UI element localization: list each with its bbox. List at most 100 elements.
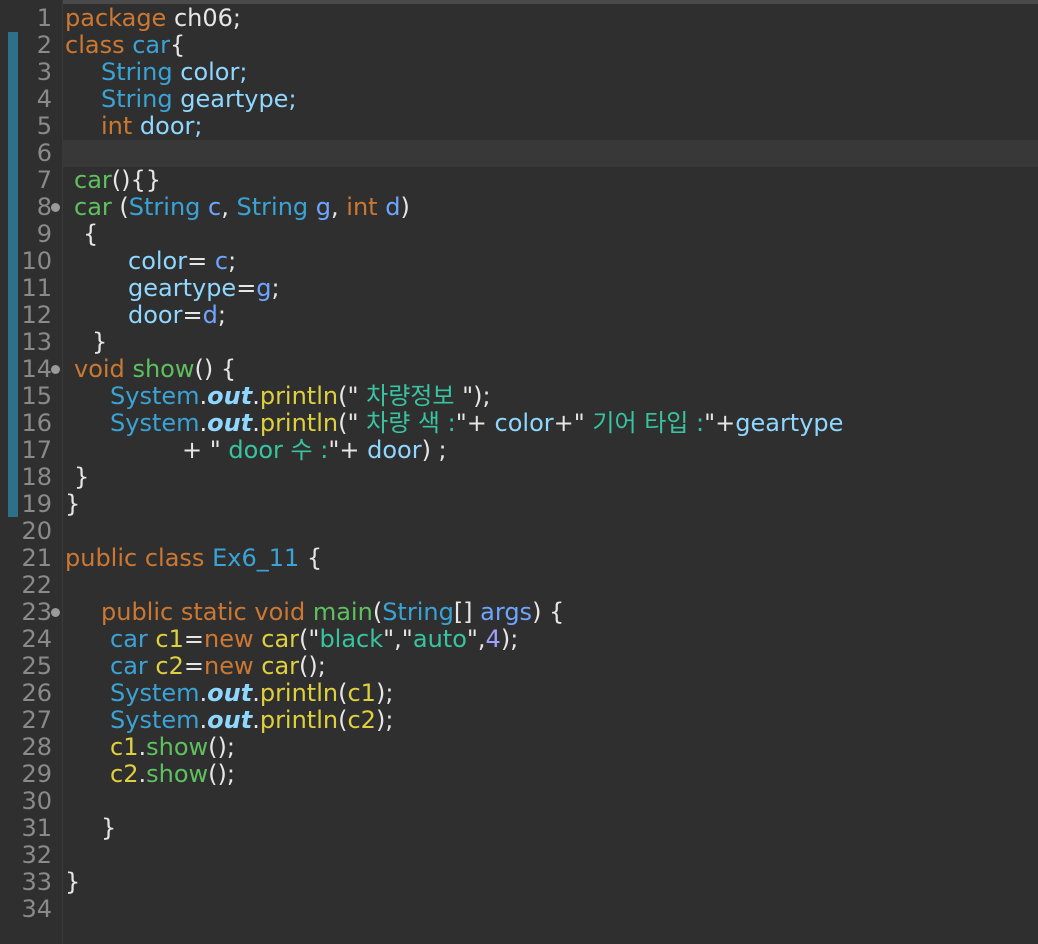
code-token: ) ; [421,436,447,464]
code-line[interactable]: System.out.println(c2); [110,707,393,734]
code-line[interactable]: } [65,491,80,518]
code-token: ) [400,193,410,221]
code-line[interactable]: String color; [101,59,247,86]
code-line[interactable]: System.out.println(" 차량 색 :"+ color+" 기어… [110,410,843,437]
line-number: 1 [36,4,52,32]
line-number: 28 [21,733,52,761]
code-line[interactable]: geartype=g; [128,275,280,302]
code-token: println [259,706,339,734]
code-editor[interactable]: package ch06; class car{String color; Stri… [0,0,1038,944]
code-token: , [331,193,347,221]
code-line[interactable]: void show() { [74,356,236,383]
code-line[interactable]: System.out.println(" 차량정보 "); [110,383,491,410]
code-token: = [187,247,215,275]
code-token: String [236,193,309,221]
code-line[interactable]: car(){} [74,167,161,194]
code-line[interactable]: } [101,815,116,842]
code-token: ); [375,679,394,707]
code-token: ; [271,274,280,302]
code-token: . [252,679,260,707]
code-token: = [182,301,203,329]
code-line[interactable]: car c1=new car("black","auto",4); [110,626,518,653]
code-token: "+ [455,409,495,437]
code-token: ) { [532,598,565,626]
code-token: String [128,193,201,221]
code-token: class [65,31,125,59]
code-line[interactable]: public static void main(String[] args) { [101,599,564,626]
code-token: main [312,598,373,626]
code-token: { [170,31,186,59]
code-token: c1 [110,733,139,761]
code-line[interactable]: } [74,464,89,491]
code-line[interactable]: + " door 수 :"+ door) ; [182,437,447,464]
code-token: car [261,652,300,680]
code-token: void [254,598,306,626]
code-token: c2 [155,652,184,680]
code-line[interactable]: c2.show(); [110,761,235,788]
fold-toggle-icon[interactable] [51,365,60,374]
code-line[interactable]: door=d; [128,302,226,329]
code-token: System [110,679,200,707]
code-line[interactable]: { [83,221,98,248]
code-line[interactable]: color= c; [128,248,236,275]
code-token: int [101,112,133,140]
code-line[interactable]: c1.show(); [110,734,235,761]
code-token: g [256,274,272,302]
code-token: (" [338,382,359,410]
code-token: ; [228,247,237,275]
code-line[interactable]: String geartype; [101,86,297,113]
code-token: } [65,868,81,896]
code-token: car [74,193,112,221]
code-token: [] [453,598,481,626]
line-number: 18 [21,463,52,491]
code-token: door [367,436,422,464]
fold-toggle-icon[interactable] [51,203,60,212]
fold-toggle-icon[interactable] [51,608,60,617]
code-token: ", [466,625,486,653]
code-token: d [202,301,218,329]
line-number: 31 [21,814,52,842]
code-token: color; [172,58,248,86]
code-token: show [146,733,209,761]
code-token: = [183,652,204,680]
line-number: 3 [36,58,52,86]
code-token: door 수 : [220,436,329,464]
code-line[interactable]: class car{ [65,32,185,59]
code-token: show [132,355,195,383]
code-token: + " [182,436,221,464]
code-token: g [315,193,332,221]
code-line[interactable]: package ch06; [65,5,241,32]
line-number: 29 [21,760,52,788]
code-line[interactable]: } [65,869,80,896]
code-token: ( [111,193,129,221]
code-token: geartype [735,409,844,437]
code-line[interactable]: } [92,329,107,356]
code-token: (); [299,652,326,680]
line-number: 26 [21,679,52,707]
line-number: 6 [36,139,52,167]
code-token: ); [500,625,519,653]
code-token: . [252,706,260,734]
code-token: out [207,409,253,437]
code-token: } [74,463,90,491]
line-number: 12 [21,301,52,329]
code-line[interactable]: System.out.println(c1); [110,680,393,707]
code-line[interactable]: car (String c, String g, int d) [74,194,410,221]
code-token: println [259,409,339,437]
code-token: 4 [485,625,501,653]
code-token: color [128,247,188,275]
code-token: ch06; [166,4,241,32]
line-number: 5 [36,112,52,140]
code-line[interactable]: public class Ex6_11 { [65,545,322,572]
code-line[interactable]: car c2=new car(); [110,653,326,680]
code-line[interactable]: int door; [101,113,202,140]
code-token: auto [412,625,467,653]
code-token: c [208,193,222,221]
code-token: c1 [155,625,184,653]
code-token: println [259,382,339,410]
